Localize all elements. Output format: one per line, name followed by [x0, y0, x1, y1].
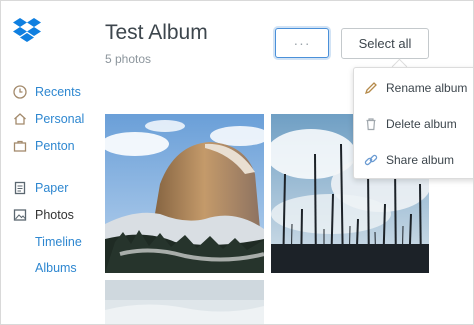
sidebar-item-personal[interactable]: Personal [13, 109, 84, 129]
link-icon [364, 154, 378, 166]
delete-album-item[interactable]: Delete album [364, 113, 457, 135]
page-title: Test Album [105, 21, 208, 44]
sidebar-item-label: Photos [35, 208, 74, 222]
menu-item-label: Share album [386, 153, 455, 167]
sidebar-item-timeline[interactable]: Timeline [35, 232, 82, 252]
paper-icon [14, 181, 26, 195]
photo-icon [13, 209, 27, 221]
trash-icon [366, 118, 376, 131]
sidebar-item-paper[interactable]: Paper [13, 178, 68, 198]
sidebar-item-penton[interactable]: Penton [13, 136, 75, 156]
snowy-landscape-photo [105, 280, 264, 324]
pencil-icon [364, 82, 377, 95]
photo-tile[interactable] [105, 280, 264, 324]
photo-count: 5 photos [105, 52, 152, 66]
sidebar-item-albums[interactable]: Albums [35, 258, 77, 278]
menu-item-label: Rename album [386, 81, 468, 95]
more-options-button[interactable]: ··· [275, 28, 329, 58]
sidebar-item-label: Penton [35, 139, 75, 153]
app-window: Recents Personal Penton Paper Photos Tim… [0, 0, 474, 325]
sidebar-item-recents[interactable]: Recents [13, 82, 81, 102]
photo-tile[interactable] [105, 114, 264, 273]
dropbox-logo-icon[interactable] [11, 15, 43, 47]
menu-item-label: Delete album [386, 117, 457, 131]
sidebar-item-label: Personal [35, 112, 85, 126]
half-dome-cliff-photo [105, 114, 264, 273]
clock-icon [13, 85, 27, 99]
share-album-item[interactable]: Share album [364, 149, 454, 171]
sidebar-item-label: Albums [35, 261, 77, 275]
sidebar-item-label: Recents [35, 85, 81, 99]
sidebar-item-photos[interactable]: Photos [13, 205, 74, 225]
rename-album-item[interactable]: Rename album [364, 77, 467, 99]
home-icon [14, 113, 26, 125]
sidebar-item-label: Timeline [35, 235, 82, 249]
briefcase-icon [13, 140, 27, 152]
select-all-button[interactable]: Select all [341, 28, 429, 59]
sidebar-item-label: Paper [35, 181, 69, 195]
album-options-menu: Rename album Delete album Share album [353, 67, 473, 179]
more-options-label: ··· [293, 35, 311, 51]
